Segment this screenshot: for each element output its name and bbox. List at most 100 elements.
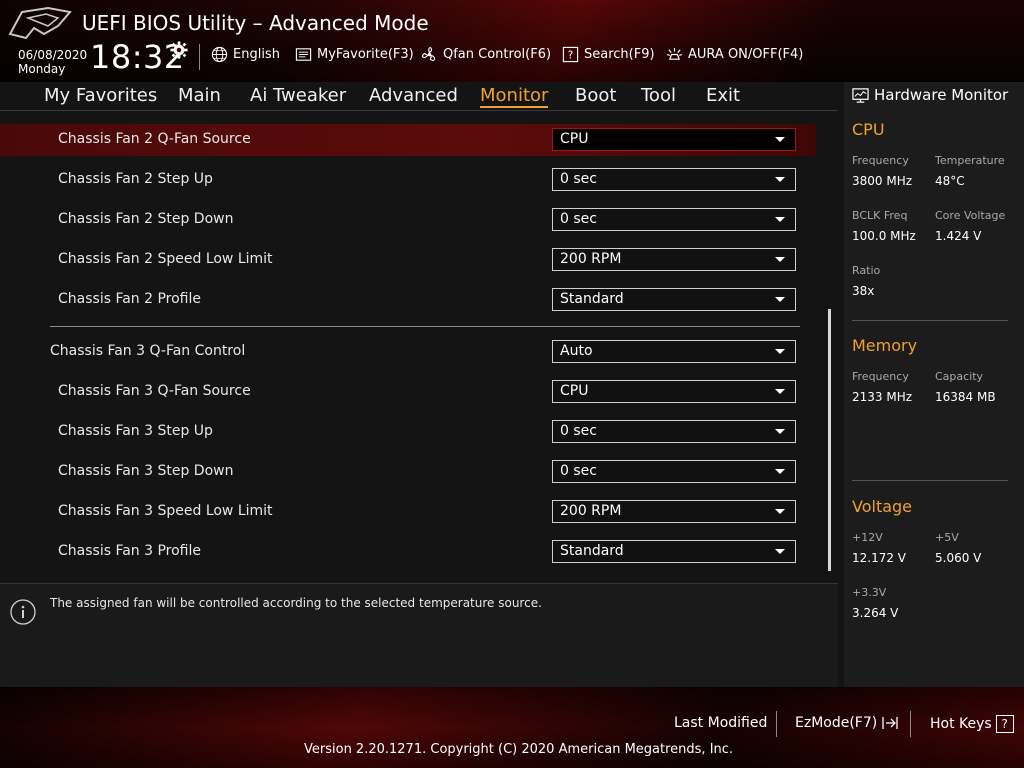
- setting-row-chassis-fan-2-q-fan-source[interactable]: Chassis Fan 2 Q-Fan Source CPU: [0, 124, 816, 156]
- bclk-freq-label: BCLK Freq: [852, 209, 908, 222]
- search-button[interactable]: ? Search(F9): [562, 46, 655, 63]
- chevron-down-icon: [775, 509, 785, 514]
- v5-label: +5V: [935, 531, 959, 544]
- search-label: Search(F9): [584, 47, 655, 62]
- help-panel: The assigned fan will be controlled acco…: [0, 583, 838, 688]
- tab-my-favorites[interactable]: My Favorites: [44, 85, 157, 106]
- setting-label: Chassis Fan 2 Step Up: [58, 171, 213, 187]
- chevron-down-icon: [775, 349, 785, 354]
- menu-bar: My Favorites Main Ai Tweaker Advanced Mo…: [0, 82, 838, 111]
- tab-monitor[interactable]: Monitor: [480, 85, 549, 108]
- chevron-down-icon: [775, 389, 785, 394]
- footer-separator: [776, 711, 777, 737]
- hotkeys-button[interactable]: Hot Keys ?: [930, 715, 1014, 733]
- cpu-temperature-label: Temperature: [935, 154, 1005, 167]
- setting-label: Chassis Fan 3 Profile: [58, 543, 202, 559]
- setting-dropdown[interactable]: 0 sec: [552, 208, 796, 231]
- dropdown-value: CPU: [560, 383, 589, 399]
- dropdown-value: 200 RPM: [560, 251, 622, 267]
- setting-row-chassis-fan-3-speed-low-limit[interactable]: Chassis Fan 3 Speed Low Limit 200 RPM: [0, 496, 816, 528]
- setting-dropdown[interactable]: CPU: [552, 380, 796, 403]
- v12-label: +12V: [852, 531, 883, 544]
- setting-row-chassis-fan-3-q-fan-control[interactable]: Chassis Fan 3 Q-Fan Control Auto: [0, 336, 816, 368]
- settings-scrollbar[interactable]: [828, 309, 831, 571]
- setting-dropdown[interactable]: CPU: [552, 128, 796, 151]
- tab-ai-tweaker[interactable]: Ai Tweaker: [250, 85, 346, 106]
- help-key-icon: ?: [995, 715, 1014, 733]
- setting-label: Chassis Fan 2 Speed Low Limit: [58, 251, 273, 267]
- memory-capacity-value: 16384 MB: [935, 390, 996, 404]
- favorite-list-icon: [295, 48, 312, 61]
- setting-row-chassis-fan-3-step-up[interactable]: Chassis Fan 3 Step Up 0 sec: [0, 416, 816, 448]
- chevron-down-icon: [775, 429, 785, 434]
- setting-dropdown[interactable]: Standard: [552, 540, 796, 563]
- setting-row-chassis-fan-3-step-down[interactable]: Chassis Fan 3 Step Down 0 sec: [0, 456, 816, 488]
- setting-dropdown[interactable]: 0 sec: [552, 420, 796, 443]
- myfavorite-label: MyFavorite(F3): [317, 47, 414, 62]
- qfan-control-button[interactable]: Qfan Control(F6): [421, 46, 551, 63]
- v12-value: 12.172 V: [852, 551, 907, 565]
- setting-row-chassis-fan-3-profile[interactable]: Chassis Fan 3 Profile Standard: [0, 536, 816, 568]
- gear-icon[interactable]: [170, 41, 188, 59]
- tab-boot[interactable]: Boot: [575, 85, 616, 106]
- setting-row-chassis-fan-2-speed-low-limit[interactable]: Chassis Fan 2 Speed Low Limit 200 RPM: [0, 244, 816, 276]
- svg-text:?: ?: [568, 49, 574, 61]
- last-modified-button[interactable]: Last Modified: [674, 715, 767, 731]
- tab-main[interactable]: Main: [178, 85, 221, 106]
- setting-row-chassis-fan-3-q-fan-source[interactable]: Chassis Fan 3 Q-Fan Source CPU: [0, 376, 816, 408]
- cpu-frequency-label: Frequency: [852, 154, 909, 167]
- memory-frequency-label: Frequency: [852, 370, 909, 383]
- last-modified-label: Last Modified: [674, 715, 768, 731]
- setting-dropdown[interactable]: 0 sec: [552, 168, 796, 191]
- tab-tool[interactable]: Tool: [641, 85, 676, 106]
- aura-toggle-label: AURA ON/OFF(F4): [688, 47, 804, 62]
- hw-section-divider: [852, 480, 1008, 481]
- chevron-down-icon: [775, 217, 785, 222]
- app-title: UEFI BIOS Utility – Advanced Mode: [82, 11, 429, 35]
- info-icon: [10, 599, 36, 625]
- ratio-value: 38x: [852, 284, 875, 298]
- chevron-down-icon: [775, 257, 785, 262]
- date-display: 06/08/2020 Monday: [18, 48, 87, 76]
- tab-exit[interactable]: Exit: [706, 85, 740, 106]
- dropdown-value: Standard: [560, 291, 624, 307]
- setting-label: Chassis Fan 3 Step Down: [58, 463, 234, 479]
- setting-dropdown[interactable]: Standard: [552, 288, 796, 311]
- v33-label: +3.3V: [852, 586, 887, 599]
- aura-light-icon: [666, 47, 683, 60]
- header-bar: UEFI BIOS Utility – Advanced Mode 06/08/…: [0, 0, 1024, 82]
- tab-advanced[interactable]: Advanced: [369, 85, 458, 106]
- setting-row-chassis-fan-2-step-up[interactable]: Chassis Fan 2 Step Up 0 sec: [0, 164, 816, 196]
- setting-dropdown[interactable]: 200 RPM: [552, 248, 796, 271]
- setting-label: Chassis Fan 3 Q-Fan Source: [58, 383, 251, 399]
- core-voltage-label: Core Voltage: [935, 209, 1006, 222]
- v5-value: 5.060 V: [935, 551, 982, 565]
- memory-frequency-value: 2133 MHz: [852, 390, 913, 404]
- setting-dropdown[interactable]: Auto: [552, 340, 796, 363]
- copyright-text: Version 2.20.1271. Copyright (C) 2020 Am…: [304, 742, 734, 757]
- hotkeys-label: Hot Keys: [930, 716, 992, 732]
- exit-arrow-icon: [882, 717, 898, 729]
- hw-section-divider: [852, 320, 1008, 321]
- setting-dropdown[interactable]: 0 sec: [552, 460, 796, 483]
- aura-toggle-button[interactable]: AURA ON/OFF(F4): [666, 46, 803, 63]
- setting-label: Chassis Fan 3 Step Up: [58, 423, 213, 439]
- footer-separator: [910, 711, 911, 737]
- setting-dropdown[interactable]: 200 RPM: [552, 500, 796, 523]
- ratio-label: Ratio: [852, 264, 881, 277]
- memory-section-title: Memory: [852, 336, 918, 355]
- setting-row-chassis-fan-2-profile[interactable]: Chassis Fan 2 Profile Standard: [0, 284, 816, 316]
- chevron-down-icon: [775, 297, 785, 302]
- language-label: English: [233, 47, 280, 62]
- myfavorite-button[interactable]: MyFavorite(F3): [295, 46, 414, 63]
- ezmode-button[interactable]: EzMode(F7): [795, 715, 899, 731]
- v33-value: 3.264 V: [852, 606, 899, 620]
- dropdown-value: CPU: [560, 131, 589, 147]
- header-separator: [199, 44, 200, 70]
- dropdown-value: 0 sec: [560, 211, 597, 227]
- setting-label: Chassis Fan 2 Step Down: [58, 211, 234, 227]
- setting-label: Chassis Fan 3 Q-Fan Control: [50, 343, 246, 359]
- setting-row-chassis-fan-2-step-down[interactable]: Chassis Fan 2 Step Down 0 sec: [0, 204, 816, 236]
- language-button[interactable]: English: [211, 46, 280, 63]
- cpu-section-title: CPU: [852, 120, 885, 139]
